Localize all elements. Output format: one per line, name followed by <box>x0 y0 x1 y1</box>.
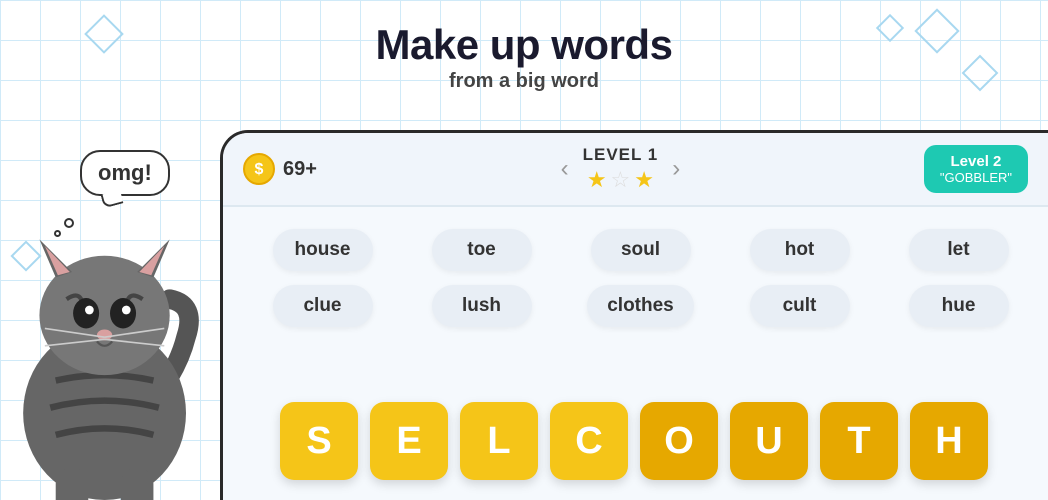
next-level-label: Level 2 <box>940 153 1012 170</box>
word-pill-house[interactable]: house <box>273 229 373 271</box>
letter-tile-C[interactable]: C <box>550 402 628 480</box>
words-grid: house toe soul hot let clue lush clothes cult hue <box>223 207 1048 337</box>
svg-text:$: $ <box>255 161 264 178</box>
header: Make up words from a big word <box>0 0 1048 101</box>
page-title: Make up words <box>0 22 1048 68</box>
thought-bubble-2 <box>54 230 61 237</box>
level-label: LEVEL 1 <box>583 145 659 165</box>
panel-topbar: $ 69+ ‹ LEVEL 1 ★ ☆ ★ › Level <box>223 133 1048 207</box>
letter-tile-S[interactable]: S <box>280 402 358 480</box>
speech-text: omg! <box>98 160 152 185</box>
next-level-badge[interactable]: Level 2 "GOBBLER" <box>924 145 1028 193</box>
word-pill-toe[interactable]: toe <box>432 229 532 271</box>
letter-tile-E[interactable]: E <box>370 402 448 480</box>
coin-area: $ 69+ <box>243 153 317 185</box>
page-subtitle: from a big word <box>0 70 1048 93</box>
word-pill-soul[interactable]: soul <box>591 229 691 271</box>
word-pill-cult[interactable]: cult <box>750 285 850 327</box>
cat-container: omg! <box>0 100 250 500</box>
letter-tile-H[interactable]: H <box>910 402 988 480</box>
level-info: LEVEL 1 ★ ☆ ★ <box>583 145 659 193</box>
level-area: ‹ LEVEL 1 ★ ☆ ★ › <box>561 145 681 193</box>
word-pill-clue[interactable]: clue <box>273 285 373 327</box>
nav-right-arrow[interactable]: › <box>672 155 680 183</box>
word-pill-lush[interactable]: lush <box>432 285 532 327</box>
thought-bubble-1 <box>64 218 74 228</box>
nav-left-arrow[interactable]: ‹ <box>561 155 569 183</box>
stars-row: ★ ☆ ★ <box>583 167 659 193</box>
star-3: ★ <box>634 167 654 193</box>
speech-bubble: omg! <box>80 150 170 196</box>
letter-tile-L[interactable]: L <box>460 402 538 480</box>
star-1: ★ <box>587 167 607 193</box>
star-2: ☆ <box>611 167 631 193</box>
word-pill-hue[interactable]: hue <box>909 285 1009 327</box>
word-pill-let[interactable]: let <box>909 229 1009 271</box>
letter-tile-O[interactable]: O <box>640 402 718 480</box>
next-level-name: "GOBBLER" <box>940 170 1012 185</box>
letter-tile-T[interactable]: T <box>820 402 898 480</box>
coin-count: 69+ <box>283 158 317 181</box>
letter-tile-U[interactable]: U <box>730 402 808 480</box>
word-pill-hot[interactable]: hot <box>750 229 850 271</box>
letter-row: SELCOUTH <box>220 402 1048 480</box>
word-pill-clothes[interactable]: clothes <box>587 285 694 327</box>
